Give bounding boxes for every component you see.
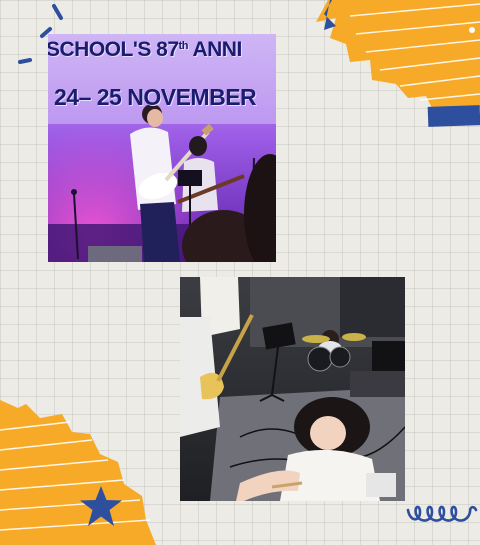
- star-icon: [80, 486, 122, 526]
- collage-page: SCHOOL'S 87th ANNI 24– 25 NOVEMBER: [0, 0, 480, 545]
- squiggle-icon: [406, 505, 478, 522]
- banner-line-2: 24– 25 NOVEMBER: [54, 84, 257, 110]
- rehearsal-room-photo: [180, 277, 405, 501]
- stage-performance-photo: SCHOOL'S 87th ANNI 24– 25 NOVEMBER: [48, 34, 276, 262]
- banner-line-1: SCHOOL'S 87th ANNI: [48, 38, 242, 61]
- orange-paper-blob-top: [316, 0, 480, 127]
